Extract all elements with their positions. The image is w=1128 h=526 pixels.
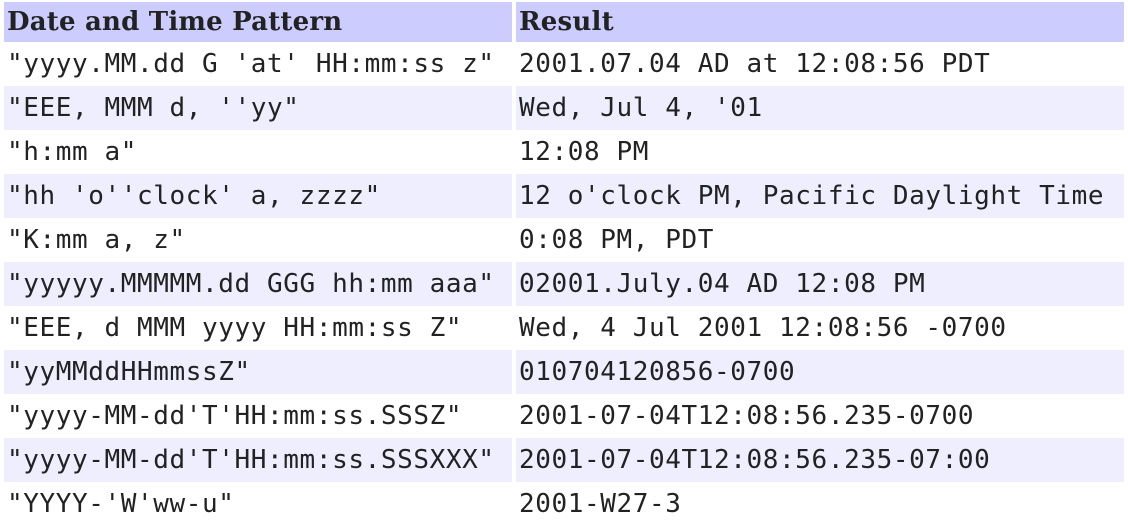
result-cell: 02001.July.04 AD 12:08 PM [512,262,1124,306]
result-cell: 2001-07-04T12:08:56.235-0700 [512,394,1124,438]
table-row: "hh 'o''clock' a, zzzz" 12 o'clock PM, P… [4,174,1124,218]
column-header-result: Result [512,2,1124,42]
pattern-cell: "YYYY-'W'ww-u" [4,482,512,526]
table-row: "EEE, MMM d, ''yy" Wed, Jul 4, '01 [4,86,1124,130]
pattern-cell: "h:mm a" [4,130,512,174]
result-cell: 2001-W27-3 [512,482,1124,526]
pattern-cell: "EEE, d MMM yyyy HH:mm:ss Z" [4,306,512,350]
table-row: "yyyy.MM.dd G 'at' HH:mm:ss z" 2001.07.0… [4,42,1124,86]
result-cell: 12:08 PM [512,130,1124,174]
column-header-pattern: Date and Time Pattern [4,2,512,42]
pattern-cell: "yyyy-MM-dd'T'HH:mm:ss.SSSXXX" [4,438,512,482]
result-cell: 2001-07-04T12:08:56.235-07:00 [512,438,1124,482]
pattern-cell: "EEE, MMM d, ''yy" [4,86,512,130]
table-row: "EEE, d MMM yyyy HH:mm:ss Z" Wed, 4 Jul … [4,306,1124,350]
pattern-cell: "yyyy.MM.dd G 'at' HH:mm:ss z" [4,42,512,86]
pattern-cell: "hh 'o''clock' a, zzzz" [4,174,512,218]
pattern-cell: "yyyy-MM-dd'T'HH:mm:ss.SSSZ" [4,394,512,438]
pattern-cell: "yyyyy.MMMMM.dd GGG hh:mm aaa" [4,262,512,306]
table-row: "YYYY-'W'ww-u" 2001-W27-3 [4,482,1124,526]
result-cell: Wed, Jul 4, '01 [512,86,1124,130]
table-row: "yyyy-MM-dd'T'HH:mm:ss.SSSZ" 2001-07-04T… [4,394,1124,438]
table-header-row: Date and Time Pattern Result [4,2,1124,42]
result-cell: Wed, 4 Jul 2001 12:08:56 -0700 [512,306,1124,350]
table-row: "yyMMddHHmmssZ" 010704120856-0700 [4,350,1124,394]
table-row: "K:mm a, z" 0:08 PM, PDT [4,218,1124,262]
pattern-cell: "K:mm a, z" [4,218,512,262]
result-cell: 2001.07.04 AD at 12:08:56 PDT [512,42,1124,86]
result-cell: 12 o'clock PM, Pacific Daylight Time [512,174,1124,218]
pattern-cell: "yyMMddHHmmssZ" [4,350,512,394]
table-row: "yyyyy.MMMMM.dd GGG hh:mm aaa" 02001.Jul… [4,262,1124,306]
result-cell: 010704120856-0700 [512,350,1124,394]
date-time-pattern-table: Date and Time Pattern Result "yyyy.MM.dd… [4,2,1124,526]
table-row: "h:mm a" 12:08 PM [4,130,1124,174]
table-row: "yyyy-MM-dd'T'HH:mm:ss.SSSXXX" 2001-07-0… [4,438,1124,482]
result-cell: 0:08 PM, PDT [512,218,1124,262]
